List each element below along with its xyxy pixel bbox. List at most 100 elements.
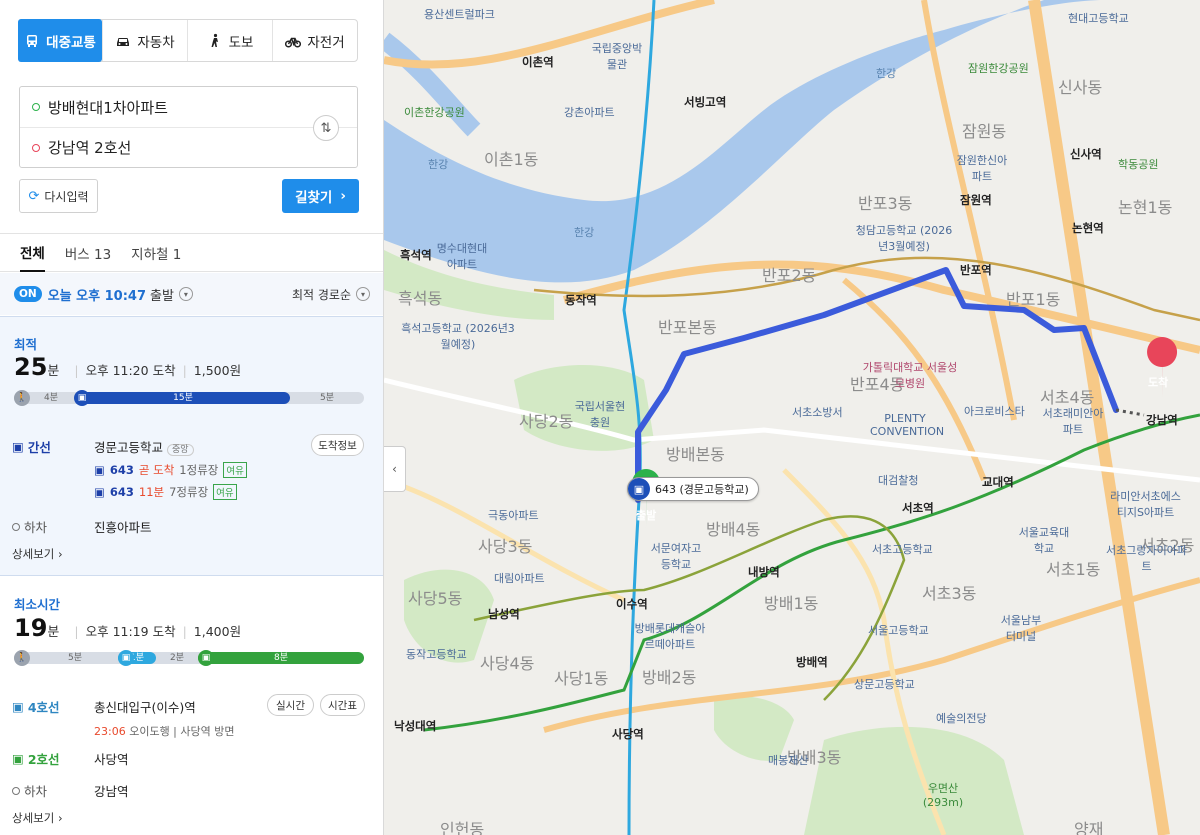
arrival-time: 오후 11:20 도착 — [85, 363, 176, 378]
collapse-panel-button[interactable]: ‹ — [384, 446, 406, 492]
station-label[interactable]: 사당역 — [612, 726, 644, 742]
poi-label[interactable]: 매봉재산 — [768, 752, 808, 768]
poi-label[interactable]: 현대고등학교 — [1068, 10, 1129, 26]
station-label[interactable]: 동작역 — [565, 292, 597, 308]
mode-walk[interactable]: 도보 — [187, 20, 272, 61]
poi-label[interactable]: 국립중앙박물관 — [587, 40, 647, 72]
station-label[interactable]: 방배역 — [796, 654, 828, 670]
station-label[interactable]: 흑석역 — [400, 247, 432, 263]
arrival-info-button[interactable]: 도착정보 — [311, 434, 364, 456]
poi-label[interactable]: 서초고등학교 — [872, 541, 933, 557]
station-label[interactable]: 서초역 — [902, 500, 934, 516]
timetable-button[interactable]: 시간표 — [320, 694, 365, 716]
station-label[interactable]: 이촌역 — [522, 54, 554, 70]
alight-dot-icon — [12, 522, 20, 531]
station-label[interactable]: 반포역 — [960, 262, 992, 278]
poi-label[interactable]: 국립서울현충원 — [570, 398, 630, 430]
subway-line-label: ▣ 4호선 — [12, 699, 60, 715]
poi-label[interactable]: 서초소방서 — [792, 404, 843, 420]
swap-route-button[interactable]: ⇅ — [313, 115, 339, 141]
transport-mode-tabs: 대중교통 자동차 도보 자전거 — [18, 19, 358, 62]
subway-line-label: ▣ 2호선 — [12, 751, 60, 767]
realtime-button[interactable]: 실시간 — [267, 694, 314, 716]
poi-label[interactable]: PLENTY CONVENTION — [870, 412, 944, 438]
mode-bicycle[interactable]: 자전거 — [272, 20, 357, 61]
poi-label[interactable]: 서초래미안아파트 — [1038, 405, 1108, 437]
bus-icon: ▣ — [12, 439, 24, 454]
route-result-card[interactable]: 최적 25 분 | 오후 11:20 도착 | 1,500원 🚶 4분 15분 … — [0, 316, 383, 576]
poi-label[interactable]: 흑석고등학교 (2026년3월예정) — [398, 320, 518, 352]
departure-toggle[interactable]: ON — [14, 286, 42, 302]
station-label[interactable]: 내방역 — [748, 564, 780, 580]
poi-label[interactable]: 가톨릭대학교 서울성모병원 — [860, 359, 960, 391]
poi-label[interactable]: 방배롯데캐슬아르떼아파트 — [630, 620, 710, 652]
poi-label[interactable]: 상문고등학교 — [854, 676, 915, 692]
station-label[interactable]: 이수역 — [616, 596, 648, 612]
result-tabs: 전체 버스 13 지하철 1 — [0, 234, 383, 272]
poi-label[interactable]: 용산센트럴파크 — [424, 6, 495, 22]
chevron-down-icon[interactable]: ▾ — [178, 287, 193, 301]
poi-label[interactable]: 대림아파트 — [494, 570, 545, 586]
mode-car[interactable]: 자동차 — [102, 20, 187, 61]
station-label[interactable]: 낙성대역 — [394, 718, 436, 734]
poi-label[interactable]: 서울고등학교 — [868, 622, 929, 638]
poi-label[interactable]: 학동공원 — [1118, 156, 1158, 172]
detail-link[interactable]: 상세보기 › — [12, 810, 63, 826]
origin-dot-icon — [32, 103, 40, 111]
bus-stop-callout[interactable]: ▣ 643 (경문고등학교) — [627, 477, 759, 501]
tab-subway[interactable]: 지하철 1 — [131, 234, 181, 272]
departure-time[interactable]: 오늘 오후 10:47 — [48, 285, 146, 304]
poi-label[interactable]: 대검찰청 — [878, 472, 918, 488]
river-label: 한강 — [574, 226, 595, 239]
poi-label[interactable]: 동작고등학교 — [406, 646, 467, 662]
chevron-left-icon: ‹ — [392, 462, 397, 476]
poi-label[interactable]: 이촌한강공원 — [404, 104, 465, 120]
tab-all[interactable]: 전체 — [20, 234, 45, 272]
poi-label[interactable]: 극동아파트 — [488, 507, 539, 523]
poi-label[interactable]: 서문여자고등학교 — [646, 540, 706, 572]
origin-value: 방배현대1차아파트 — [48, 98, 168, 117]
map-view[interactable]: 도착 출발 ▣ 643 (경문고등학교) 이촌1동 반포3동 잠원동 신사동 논… — [384, 0, 1200, 835]
result-tag: 최적 — [14, 337, 38, 352]
sort-dropdown[interactable]: 최적 경로순 ▾ — [292, 286, 370, 303]
reset-button[interactable]: ⟳ 다시입력 — [19, 179, 98, 213]
poi-label[interactable]: 서울남부터미널 — [996, 612, 1046, 644]
sort-label: 최적 경로순 — [291, 287, 351, 302]
duration-unit: 분 — [47, 625, 60, 640]
area-label: 흑석동 — [398, 289, 443, 308]
destination-field[interactable]: 강남역 2호선 — [20, 127, 357, 167]
stops-away: 7정류장 — [169, 485, 209, 499]
poi-label[interactable]: 서울교육대학교 — [1014, 524, 1074, 556]
station-label[interactable]: 서빙고역 — [684, 94, 726, 110]
poi-label[interactable]: 강촌아파트 — [564, 104, 615, 120]
station-label[interactable]: 신사역 — [1070, 146, 1102, 162]
poi-label[interactable]: 라미안서초에스티지S아파트 — [1108, 488, 1183, 520]
tab-bus[interactable]: 버스 13 — [65, 234, 111, 272]
origin-field[interactable]: 방배현대1차아파트 — [20, 87, 357, 127]
station-label[interactable]: 교대역 — [982, 474, 1014, 490]
route-result-card[interactable]: 최소시간 19 분 | 오후 11:19 도착 | 1,400원 🚶 5분 1분… — [0, 577, 383, 835]
next-train-info: 23:06 오이도행 | 사당역 방면 — [94, 725, 235, 738]
subway-icon: ▣ — [118, 650, 134, 666]
poi-label[interactable]: 아크로비스타 — [964, 403, 1025, 419]
mode-transit[interactable]: 대중교통 — [18, 19, 102, 62]
poi-label[interactable]: 예술의전당 — [936, 710, 987, 726]
departure-suffix: 출발 — [150, 288, 174, 304]
poi-label[interactable]: 청담고등학교 (2026년3월예정) — [854, 222, 954, 254]
station-label[interactable]: 남성역 — [488, 606, 520, 622]
poi-label[interactable]: 우면산 (293m) — [918, 780, 968, 809]
boarding-station[interactable]: 총신대입구(이수)역 — [94, 697, 196, 716]
alight-stop: 진흥아파트 — [94, 520, 152, 535]
station-label[interactable]: 잠원역 — [960, 192, 992, 208]
station-label[interactable]: 강남역 — [1146, 412, 1178, 428]
detail-link[interactable]: 상세보기 › — [12, 546, 63, 562]
poi-label[interactable]: 잠원한강공원 — [968, 60, 1029, 76]
poi-label[interactable]: 서초그랑자이아파트 — [1104, 542, 1189, 574]
poi-label[interactable]: 잠원한신아파트 — [952, 152, 1012, 184]
boarding-stop[interactable]: 경문고등학교 중앙 — [94, 437, 194, 456]
search-route-button[interactable]: 길찾기 › — [282, 179, 359, 213]
poi-label[interactable]: 명수대현대아파트 — [432, 240, 492, 272]
station-label[interactable]: 논현역 — [1072, 220, 1104, 236]
area-label: 반포2동 — [762, 266, 817, 285]
directions-panel: 대중교통 자동차 도보 자전거 방배현대1차아파트 강남역 2호선 ⇅ ⟳ 다시… — [0, 0, 384, 835]
